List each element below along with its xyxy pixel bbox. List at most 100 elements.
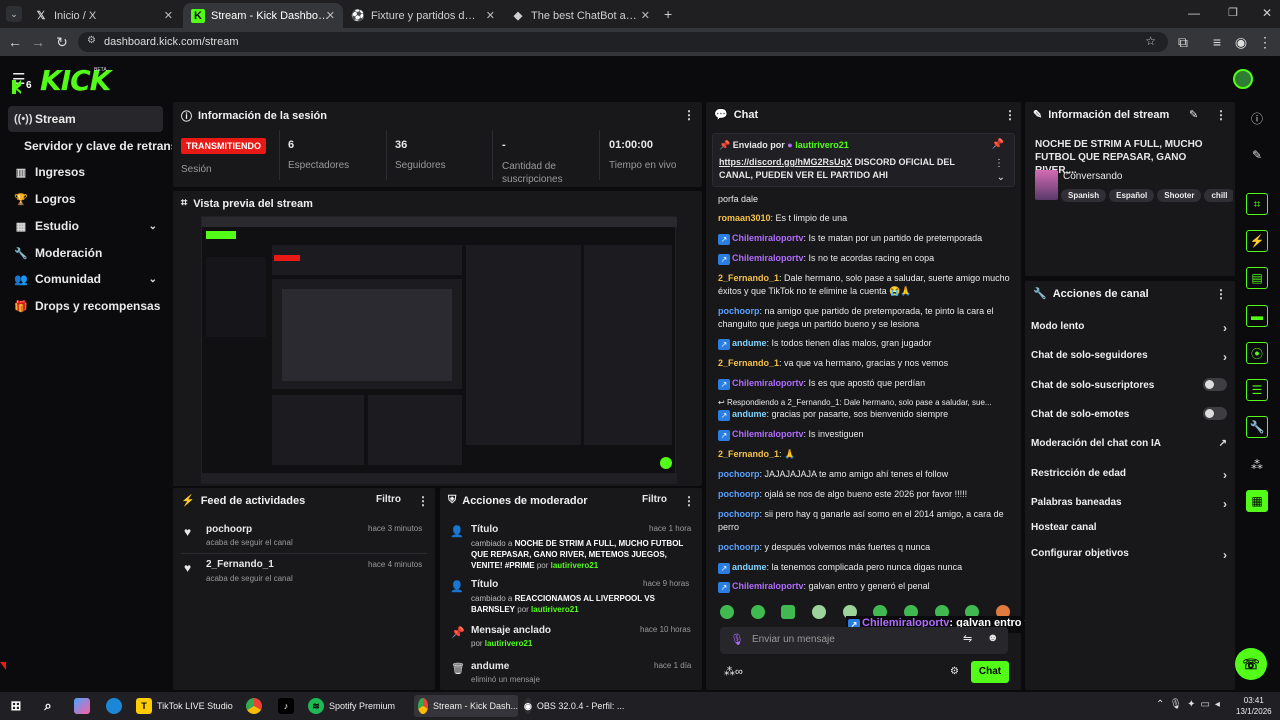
- window-close-icon[interactable]: ✕: [1262, 6, 1272, 20]
- goals-row[interactable]: Configurar objetivos ›: [1031, 548, 1227, 562]
- mod-item-title[interactable]: andume: [471, 661, 509, 672]
- url-field[interactable]: ⚙ dashboard.kick.com/stream ☆: [78, 32, 1168, 52]
- lightning-icon[interactable]: ⚡: [1246, 230, 1268, 252]
- edit-pencil-icon[interactable]: ✎: [1246, 144, 1268, 166]
- profile-icon[interactable]: ◉: [1232, 33, 1250, 51]
- chat-tools-icon[interactable]: ⁂∞: [724, 665, 743, 678]
- search-icon[interactable]: ⌕: [40, 695, 61, 717]
- copilot-icon[interactable]: [74, 695, 95, 717]
- feed-user[interactable]: 2_Fernando_1: [206, 559, 274, 570]
- tab-kick-dashboard[interactable]: K Stream - Kick Dashboard ✕: [183, 3, 343, 28]
- chevron-down-icon[interactable]: ⌄: [997, 172, 1005, 183]
- more-options-icon[interactable]: ⋮: [417, 494, 429, 508]
- slow-mode-row[interactable]: Modo lento ›: [1031, 321, 1227, 335]
- tab-chatbot[interactable]: ◆ The best ChatBot and Widgets ✕: [503, 3, 658, 28]
- tag[interactable]: chill: [1204, 189, 1233, 202]
- emote-icon[interactable]: [781, 605, 796, 619]
- age-restriction-row[interactable]: Restricción de edad ›: [1031, 468, 1227, 482]
- sidebar-item-stream[interactable]: ((•)) Stream: [8, 106, 163, 132]
- sidebar-item-community[interactable]: 👥 Comunidad ⌄: [8, 266, 163, 292]
- sidebar-item-achievements[interactable]: 🏆 Logros: [8, 186, 163, 212]
- chat-send-button[interactable]: Chat: [971, 661, 1009, 683]
- pinned-header: 📌 Enviado por ● lautirivero21: [719, 140, 849, 150]
- user-avatar[interactable]: [1233, 69, 1253, 89]
- pin-toggle-icon[interactable]: 📌: [992, 139, 1004, 150]
- chat-settings-icon[interactable]: ⚙: [950, 666, 959, 677]
- close-icon[interactable]: ✕: [486, 9, 495, 22]
- user-edit-icon[interactable]: ☰: [1246, 379, 1268, 401]
- tag[interactable]: Spanish: [1061, 189, 1107, 202]
- emote-icon[interactable]: [720, 605, 734, 619]
- edge-icon[interactable]: [106, 695, 127, 717]
- more-options-icon[interactable]: ⋮: [683, 494, 695, 508]
- clapper-icon[interactable]: ▦: [1246, 490, 1268, 512]
- document-icon[interactable]: ▤: [1246, 267, 1268, 289]
- forward-icon[interactable]: →: [29, 33, 47, 51]
- translate-icon[interactable]: ⇋: [963, 632, 972, 645]
- bookmark-star-icon[interactable]: ☆: [1145, 34, 1156, 48]
- windows-start-icon[interactable]: ⊞: [8, 695, 29, 717]
- more-options-icon[interactable]: ⋮: [994, 158, 1004, 169]
- feed-filter-button[interactable]: Filtro: [376, 494, 401, 505]
- chat-bubble-icon[interactable]: ▬: [1246, 305, 1268, 327]
- pinned-message[interactable]: 📌 Enviado por ● lautirivero21 📌 ⋮ ⌄ http…: [712, 133, 1015, 187]
- stream-preview-video[interactable]: [201, 216, 677, 484]
- info-icon[interactable]: ⓘ: [1246, 107, 1268, 129]
- back-icon[interactable]: ←: [6, 33, 24, 51]
- emotes-only-toggle[interactable]: [1203, 407, 1227, 420]
- more-options-icon[interactable]: ⋮: [1215, 287, 1227, 301]
- wrench-icon[interactable]: 🔧: [1246, 416, 1268, 438]
- close-icon[interactable]: ✕: [641, 9, 650, 22]
- close-icon[interactable]: ✕: [326, 9, 335, 22]
- edit-icon[interactable]: ✎: [1189, 108, 1198, 121]
- media-icon[interactable]: ≡: [1208, 33, 1226, 51]
- reload-icon[interactable]: ↻: [53, 33, 71, 51]
- sidebar-item-moderation[interactable]: 🔧 Moderación: [8, 240, 163, 266]
- followers-only-row[interactable]: Chat de solo-seguidores ›: [1031, 350, 1227, 364]
- new-tab-icon[interactable]: +: [664, 6, 672, 22]
- help-chat-icon[interactable]: ☏: [1235, 648, 1267, 680]
- subs-only-toggle[interactable]: [1203, 378, 1227, 391]
- chrome-icon[interactable]: [246, 695, 267, 717]
- tab-search-icon[interactable]: ⌄: [6, 6, 22, 22]
- tab-fixture[interactable]: ⚽ Fixture y partidos de 11-01-202 ✕: [343, 3, 503, 28]
- site-info-icon[interactable]: ⚙: [87, 35, 96, 46]
- emoji-icon[interactable]: ☻: [987, 632, 999, 644]
- preview-icon[interactable]: ⌗: [1246, 193, 1268, 215]
- mic-icon[interactable]: 🎙: [730, 633, 744, 646]
- broadcast-icon[interactable]: ⦿: [1246, 342, 1268, 364]
- sidebar-item-studio[interactable]: ▦ Estudio ⌄: [8, 213, 163, 239]
- maximize-icon[interactable]: ❐: [1228, 6, 1238, 19]
- chat-input-box[interactable]: 🎙 Enviar un mensaje ⇋ ☻: [720, 627, 1008, 654]
- tag[interactable]: Español: [1109, 189, 1155, 202]
- more-options-icon[interactable]: ⋮: [1004, 108, 1016, 122]
- emote-icon[interactable]: [811, 605, 826, 619]
- category-name[interactable]: Conversando: [1063, 171, 1122, 182]
- sidebar-item-server-key[interactable]: Servidor y clave de retransmisión: [18, 133, 172, 159]
- emote-icon[interactable]: [750, 605, 765, 619]
- sidebar-item-drops[interactable]: 🎁 Drops y recompensas: [8, 293, 163, 319]
- system-tray-icons[interactable]: ⌃🎙✦▭◂: [1156, 699, 1225, 710]
- sidebar-item-income[interactable]: ▥ Ingresos: [8, 159, 163, 185]
- tag[interactable]: Shooter: [1157, 189, 1202, 202]
- more-options-icon[interactable]: ⋮: [1215, 108, 1227, 122]
- ai-moderation-row[interactable]: Moderación del chat con IA ↗: [1031, 438, 1227, 449]
- extensions-icon[interactable]: ⧉: [1174, 33, 1192, 51]
- taskbar-spotify[interactable]: ≋ Spotify Premium: [308, 695, 404, 717]
- grid-icon[interactable]: ⁂: [1246, 454, 1268, 476]
- clock[interactable]: 03:41 13/1/2026: [1236, 695, 1272, 717]
- tiktok-icon[interactable]: ♪: [278, 695, 299, 717]
- taskbar-obs[interactable]: ◉ OBS 32.0.4 - Perfil: ...: [524, 695, 624, 717]
- banned-words-row[interactable]: Palabras baneadas ›: [1031, 497, 1227, 511]
- host-channel-row[interactable]: Hostear canal: [1031, 522, 1227, 533]
- mod-filter-button[interactable]: Filtro: [642, 494, 667, 505]
- taskbar-tiktok-studio[interactable]: T TikTok LIVE Studio: [136, 695, 234, 717]
- minimize-icon[interactable]: —: [1188, 6, 1200, 20]
- menu-dots-icon[interactable]: ⋮: [1256, 33, 1274, 51]
- discord-link[interactable]: https://discord.gg/hMG2RsUqX: [719, 157, 852, 167]
- taskbar-kick-dashboard[interactable]: Stream - Kick Dash...: [414, 695, 518, 717]
- tab-x[interactable]: 𝕏 Inicio / X ✕: [26, 3, 181, 28]
- more-options-icon[interactable]: ⋮: [683, 108, 695, 122]
- feed-user[interactable]: pochoorp: [206, 524, 252, 535]
- close-icon[interactable]: ✕: [164, 9, 173, 22]
